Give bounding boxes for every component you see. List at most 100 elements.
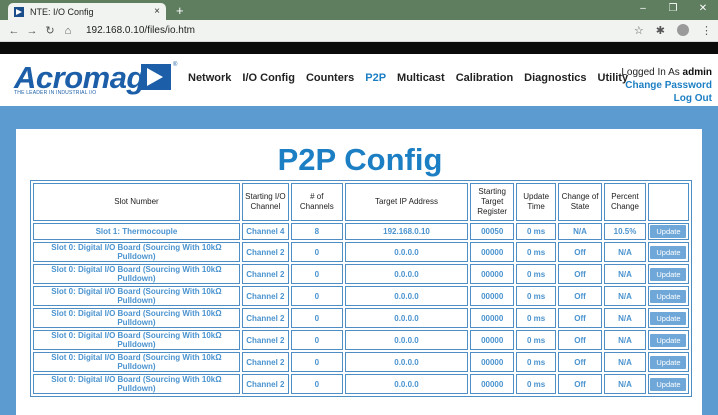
cell-update-time: 0 ms <box>516 374 557 394</box>
reload-icon[interactable]: ↻ <box>42 24 58 37</box>
cell-ip: 0.0.0.0 <box>344 374 469 394</box>
cell-action: Update <box>647 223 689 240</box>
cell-cos: Off <box>558 308 603 328</box>
cell-ip: 0.0.0.0 <box>344 308 469 328</box>
cell-percent: N/A <box>604 352 646 372</box>
cell-cos: Off <box>558 330 603 350</box>
update-button[interactable]: Update <box>650 267 687 281</box>
cell-percent: N/A <box>604 286 646 306</box>
update-button[interactable]: Update <box>650 289 687 303</box>
cell-register: 00000 <box>470 352 515 372</box>
main-nav: Network I/O Config Counters P2P Multicast Cal… <box>188 72 628 84</box>
menu-icon[interactable]: ⋮ <box>701 24 712 37</box>
th-num-channels: # of Channels <box>290 183 343 221</box>
th-target-register: Starting Target Register <box>470 183 515 221</box>
cell-update-time: 0 ms <box>516 308 557 328</box>
nav-item-counters[interactable]: Counters <box>306 72 354 84</box>
p2p-table: Slot Number Starting I/O Channel # of Chan… <box>30 180 692 397</box>
table-row: Slot 0: Digital I/O Board (Sourcing With… <box>33 352 689 372</box>
top-bar <box>0 42 718 54</box>
cell-register: 00000 <box>470 374 515 394</box>
tab-close-icon[interactable]: × <box>154 6 160 17</box>
minimize-icon[interactable]: – <box>628 0 658 20</box>
new-tab-button[interactable]: + <box>176 3 184 18</box>
extensions-icon[interactable]: ✱ <box>656 24 665 37</box>
th-change-of-state: Change of State <box>558 183 603 221</box>
maximize-icon[interactable]: ❐ <box>658 0 688 20</box>
cell-ip: 0.0.0.0 <box>344 264 469 284</box>
cell-channel: Channel 2 <box>241 352 289 372</box>
change-password-link[interactable]: Change Password <box>621 79 712 92</box>
back-icon[interactable]: ← <box>6 25 22 37</box>
cell-channel: Channel 2 <box>241 308 289 328</box>
cell-action: Update <box>647 330 689 350</box>
update-button[interactable]: Update <box>650 333 687 347</box>
content-area: P2P Config Slot Number Starting I/O Chann… <box>0 106 718 415</box>
cell-count: 0 <box>290 308 343 328</box>
logo-registered: ® <box>173 62 178 68</box>
table-row: Slot 1: Thermocouple Channel 4 8 192.168.0.… <box>33 223 689 240</box>
nav-item-multicast[interactable]: Multicast <box>397 72 445 84</box>
forward-icon[interactable]: → <box>24 25 40 37</box>
home-icon[interactable]: ⌂ <box>60 25 76 37</box>
table-row: Slot 0: Digital I/O Board (Sourcing With… <box>33 286 689 306</box>
cell-ip: 0.0.0.0 <box>344 352 469 372</box>
close-window-icon[interactable]: ✕ <box>688 0 718 20</box>
cell-update-time: 0 ms <box>516 286 557 306</box>
cell-ip: 0.0.0.0 <box>344 330 469 350</box>
favicon-icon <box>14 6 24 17</box>
cell-count: 0 <box>290 286 343 306</box>
cell-register: 00000 <box>470 242 515 262</box>
cell-slot: Slot 0: Digital I/O Board (Sourcing With… <box>33 352 240 372</box>
table-row: Slot 0: Digital I/O Board (Sourcing With… <box>33 264 689 284</box>
window-controls: – ❐ ✕ <box>628 0 718 20</box>
nav-item-diagnostics[interactable]: Diagnostics <box>524 72 586 84</box>
cell-channel: Channel 2 <box>241 330 289 350</box>
table-row: Slot 0: Digital I/O Board (Sourcing With… <box>33 330 689 350</box>
cell-register: 00000 <box>470 264 515 284</box>
cell-count: 0 <box>290 330 343 350</box>
log-out-link[interactable]: Log Out <box>621 92 712 105</box>
th-starting-channel: Starting I/O Channel <box>241 183 289 221</box>
nav-item-network[interactable]: Network <box>188 72 231 84</box>
cell-update-time: 0 ms <box>516 223 557 240</box>
update-button[interactable]: Update <box>650 311 687 325</box>
nav-item-i-o-config[interactable]: I/O Config <box>242 72 295 84</box>
cell-slot: Slot 0: Digital I/O Board (Sourcing With… <box>33 264 240 284</box>
cell-count: 8 <box>290 223 343 240</box>
cell-cos: Off <box>558 264 603 284</box>
cell-percent: N/A <box>604 330 646 350</box>
star-icon[interactable]: ☆ <box>634 24 644 37</box>
nav-item-calibration[interactable]: Calibration <box>456 72 513 84</box>
cell-ip: 192.168.0.10 <box>344 223 469 240</box>
cell-count: 0 <box>290 352 343 372</box>
cell-slot: Slot 0: Digital I/O Board (Sourcing With… <box>33 374 240 394</box>
cell-slot: Slot 0: Digital I/O Board (Sourcing With… <box>33 308 240 328</box>
cell-ip: 0.0.0.0 <box>344 242 469 262</box>
table-header-row: Slot Number Starting I/O Channel # of Chan… <box>33 183 689 221</box>
update-button[interactable]: Update <box>650 245 687 259</box>
cell-action: Update <box>647 264 689 284</box>
cell-percent: N/A <box>604 308 646 328</box>
browser-tab[interactable]: NTE: I/O Config × <box>8 3 166 20</box>
acromag-logo[interactable]: Acromag ® THE LEADER IN INDUSTRIAL I/O <box>14 60 184 100</box>
address-bar: ← → ↻ ⌂ 192.168.0.10/files/io.htm ☆ ✱ ⋮ <box>0 20 718 42</box>
update-button[interactable]: Update <box>650 355 687 369</box>
cell-percent: N/A <box>604 242 646 262</box>
update-button[interactable]: Update <box>650 377 687 391</box>
cell-cos: Off <box>558 286 603 306</box>
cell-channel: Channel 2 <box>241 374 289 394</box>
update-button[interactable]: Update <box>650 225 687 238</box>
url-field[interactable]: 192.168.0.10/files/io.htm <box>86 25 634 36</box>
cell-update-time: 0 ms <box>516 352 557 372</box>
cell-channel: Channel 2 <box>241 286 289 306</box>
profile-icon[interactable] <box>677 24 689 36</box>
cell-action: Update <box>647 308 689 328</box>
table-row: Slot 0: Digital I/O Board (Sourcing With… <box>33 308 689 328</box>
th-percent-change: Percent Change <box>604 183 646 221</box>
cell-slot: Slot 1: Thermocouple <box>33 223 240 240</box>
logo-tagline: THE LEADER IN INDUSTRIAL I/O <box>14 90 97 96</box>
cell-channel: Channel 4 <box>241 223 289 240</box>
nav-item-p2p[interactable]: P2P <box>365 72 386 84</box>
th-slot-number: Slot Number <box>33 183 240 221</box>
